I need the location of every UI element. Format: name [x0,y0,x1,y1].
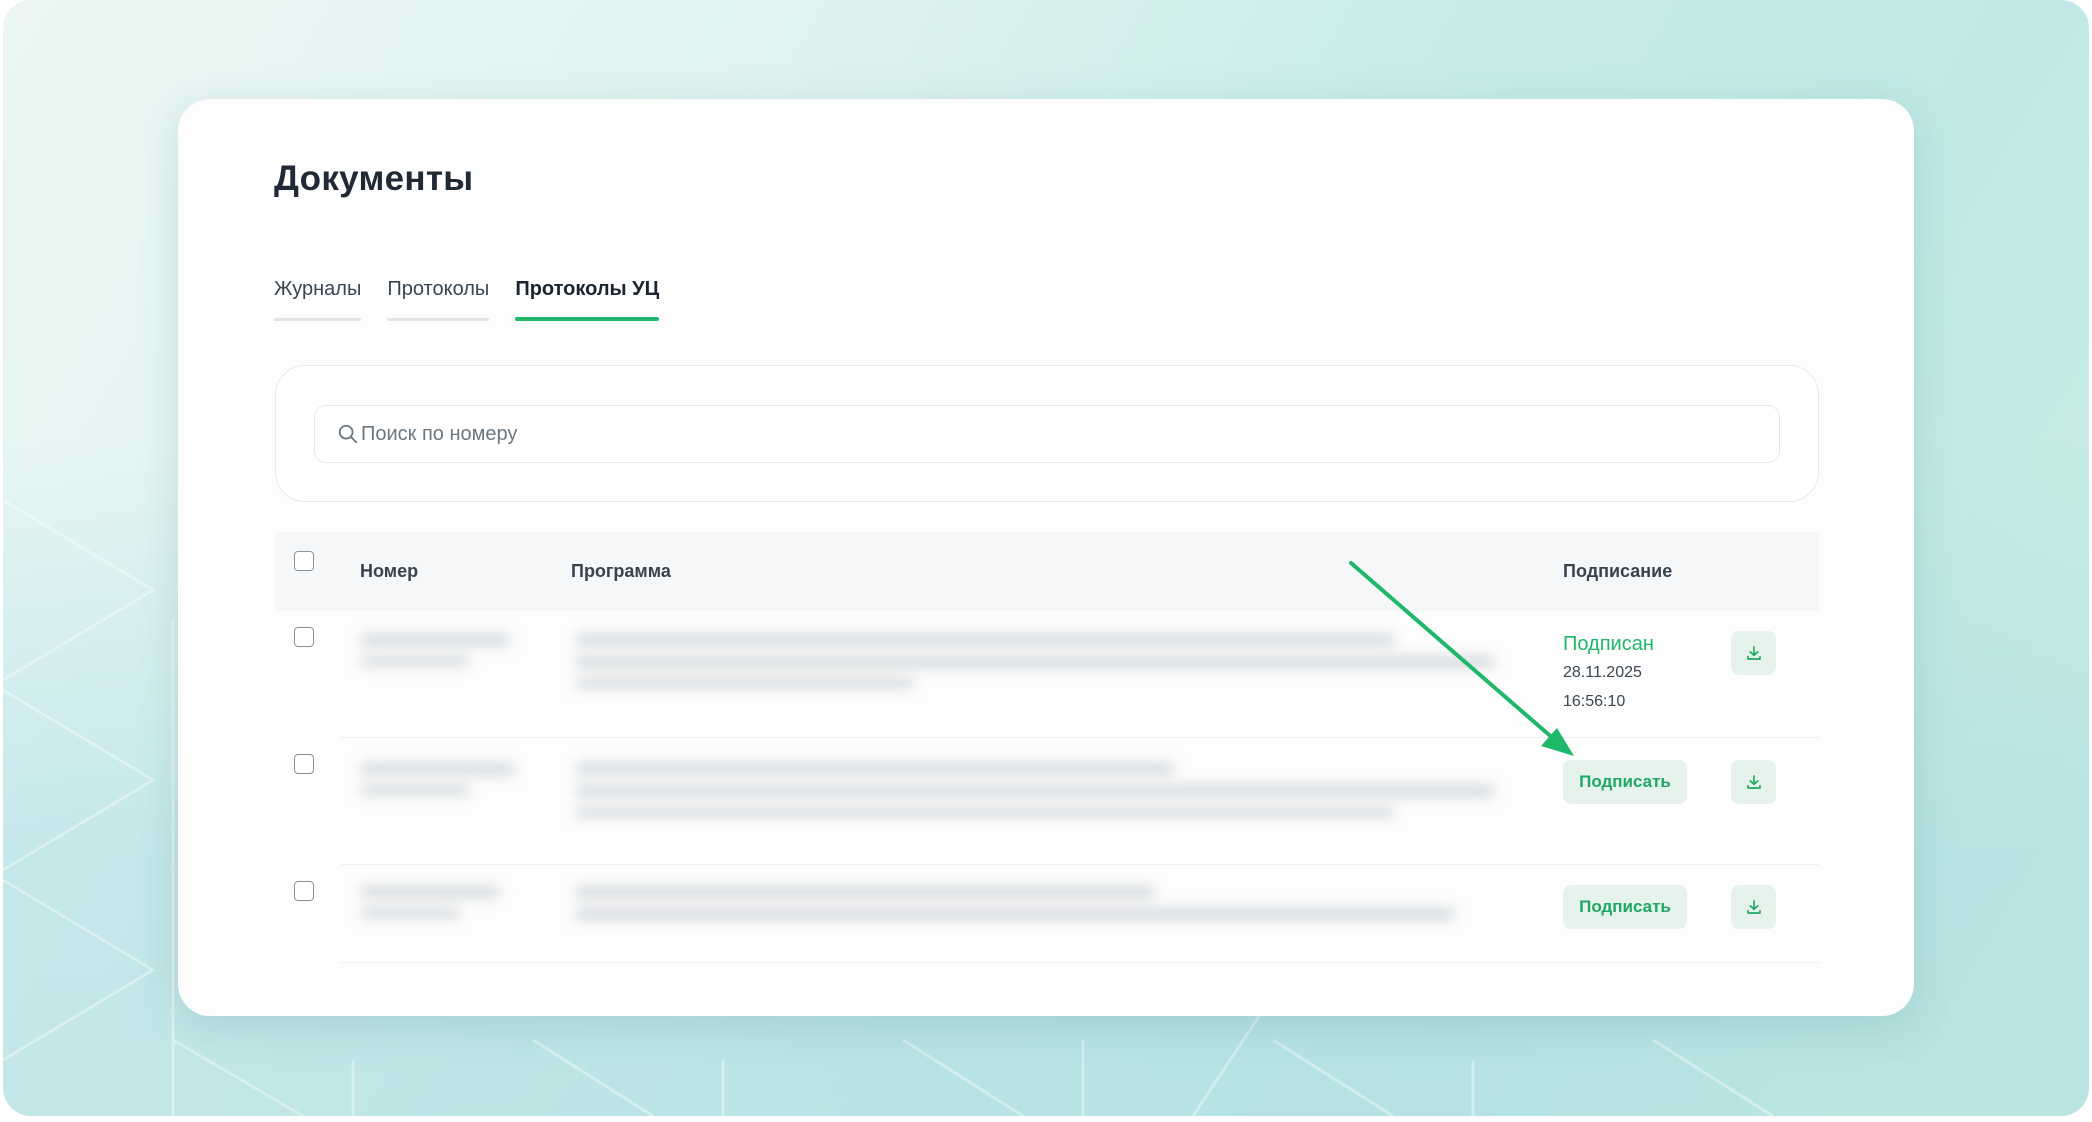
row-checkbox[interactable] [294,881,314,901]
search-field[interactable] [314,405,1780,463]
search-panel [275,365,1819,502]
download-icon [1746,775,1761,789]
download-icon [1746,900,1761,914]
sign-button[interactable]: Подписать [1563,760,1687,804]
documents-table: Номер Программа Подписание Подписан 28.1… [275,532,1819,963]
blurred-number [360,885,500,899]
row-checkbox[interactable] [294,627,314,647]
search-input[interactable] [361,422,1741,446]
table-row: Подписать [275,738,1819,865]
download-icon [1746,646,1761,660]
blurred-number [360,762,515,776]
blurred-program [575,806,1395,818]
tab-journals[interactable]: Журналы [274,277,362,321]
blurred-program [575,762,1175,776]
column-header-signing: Подписание [1563,561,1673,581]
blurred-number [360,655,470,667]
blurred-number [360,633,510,647]
column-header-number: Номер [360,561,419,581]
table-header: Номер Программа Подписание [275,532,1819,611]
tab-protocols[interactable]: Протоколы [387,277,489,321]
status-signed: Подписан [1563,633,1654,655]
column-header-program: Программа [571,561,671,581]
blurred-program [575,633,1395,647]
blurred-number [360,907,460,919]
download-button[interactable] [1731,631,1776,675]
blurred-program [575,655,1495,669]
signed-time: 16:56:10 [1563,693,1626,710]
row-divider [341,962,1819,963]
sign-button[interactable]: Подписать [1563,885,1687,929]
download-button[interactable] [1731,885,1776,929]
download-button[interactable] [1731,760,1776,804]
search-icon [338,424,358,444]
table-row: Подписать [275,865,1819,963]
blurred-program [575,907,1455,921]
blurred-program [575,784,1495,798]
blurred-number [360,784,470,796]
blurred-program [575,885,1155,899]
table-row: Подписан 28.11.2025 16:56:10 [275,611,1819,738]
select-all-checkbox[interactable] [294,551,314,571]
tabs-bar: Журналы Протоколы Протоколы УЦ [274,277,659,321]
row-checkbox[interactable] [294,754,314,774]
documents-card: Документы Журналы Протоколы Протоколы УЦ… [178,99,1914,1016]
signed-date: 28.11.2025 [1563,664,1642,681]
blurred-program [575,677,915,689]
tab-protocols-uc[interactable]: Протоколы УЦ [515,277,659,321]
page-title: Документы [274,159,474,198]
